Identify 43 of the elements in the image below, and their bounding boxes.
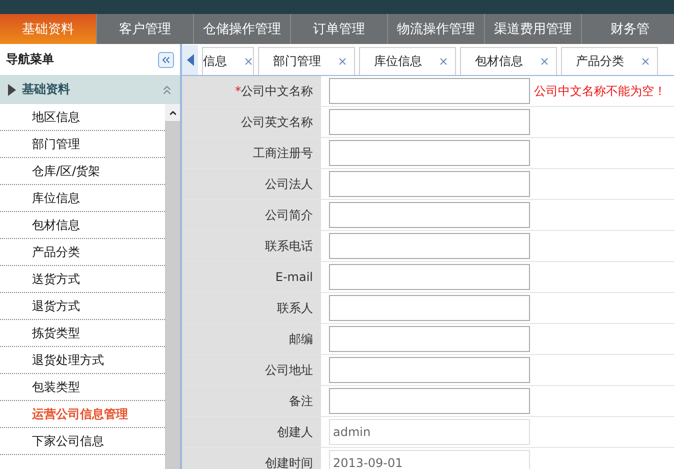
input-field[interactable]: 2013-09-01	[329, 450, 530, 469]
triangle-left-icon[interactable]	[186, 54, 194, 66]
input-field[interactable]	[329, 233, 530, 259]
field-label: 公司法人	[265, 176, 313, 192]
input-field[interactable]	[329, 326, 530, 352]
page-tab[interactable]: 信息	[202, 47, 254, 75]
close-icon[interactable]	[337, 56, 348, 67]
close-icon[interactable]	[640, 56, 651, 67]
field-label: 公司地址	[265, 362, 313, 378]
page-tab[interactable]: 部门管理	[258, 47, 355, 75]
field-label: E-mail	[275, 270, 313, 284]
input-field[interactable]	[329, 78, 530, 104]
field-label: 邮编	[289, 330, 313, 348]
field-label: 创建人	[277, 424, 313, 440]
error-message: 公司中文名称不能为空！	[534, 82, 666, 100]
field-label: 备注	[289, 392, 313, 410]
input-field[interactable]	[329, 295, 530, 321]
input-field[interactable]	[329, 264, 530, 290]
field-label: 公司中文名称	[241, 82, 313, 100]
sidebar-title: 导航菜单	[6, 51, 54, 68]
required-mark: *	[235, 84, 241, 98]
input-field[interactable]	[329, 109, 530, 135]
input-field[interactable]	[329, 171, 530, 197]
close-icon[interactable]	[243, 56, 254, 67]
input-field[interactable]	[329, 388, 530, 414]
expand-arrow-icon	[8, 84, 16, 96]
page-tab[interactable]: 包材信息	[460, 47, 557, 75]
scroll-left-button[interactable]	[182, 45, 198, 75]
close-icon[interactable]	[438, 56, 449, 67]
close-icon[interactable]	[539, 56, 550, 67]
input-field[interactable]	[329, 140, 530, 166]
input-field[interactable]: admin	[329, 419, 530, 445]
field-label: 联系人	[277, 300, 313, 316]
field-label: 创建时间	[265, 454, 313, 469]
field-label: 工商注册号	[253, 144, 313, 162]
page-tab[interactable]: 库位信息	[359, 47, 456, 75]
field-label: 联系电话	[265, 238, 313, 254]
input-field[interactable]	[329, 357, 530, 383]
page-tab[interactable]: 产品分类	[561, 47, 658, 75]
field-label: 公司英文名称	[241, 114, 313, 130]
input-field[interactable]	[329, 202, 530, 228]
scrollbar[interactable]	[165, 104, 180, 469]
field-label: 公司简介	[265, 206, 313, 224]
